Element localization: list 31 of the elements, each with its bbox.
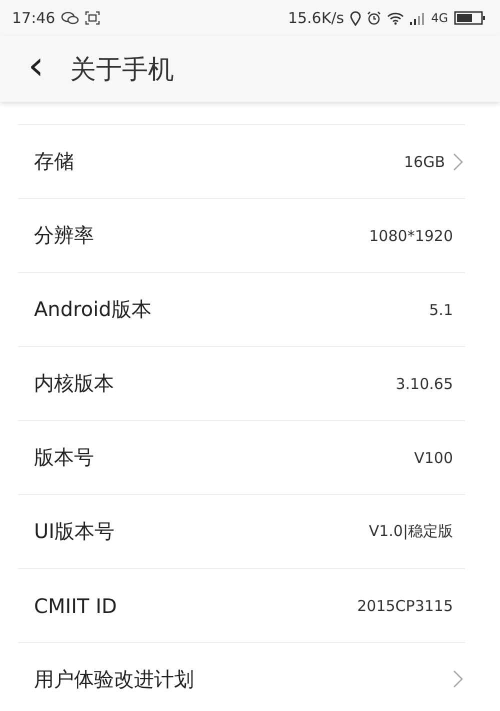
location-icon bbox=[350, 10, 362, 26]
row-label: 内核版本 bbox=[34, 370, 114, 397]
row-label: 用户体验改进计划 bbox=[34, 666, 194, 692]
row-label: 存储 bbox=[34, 148, 74, 175]
row-value: 1080*1920 bbox=[369, 226, 453, 244]
row-value: 5.1 bbox=[429, 300, 453, 318]
settings-row[interactable]: 用户体验改进计划 bbox=[18, 643, 465, 711]
chat-bubbles-icon bbox=[61, 11, 80, 25]
battery-icon bbox=[454, 11, 486, 25]
signal-icon bbox=[410, 12, 426, 24]
network-type: 4G bbox=[431, 11, 448, 25]
row-value: 2015CP3115 bbox=[357, 596, 453, 614]
network-speed: 15.6K/s bbox=[288, 9, 344, 27]
settings-row[interactable]: 存储 16GB bbox=[18, 125, 465, 199]
row-label: 分辨率 bbox=[34, 222, 94, 249]
row-label: UI版本号 bbox=[34, 518, 115, 545]
page-title: 关于手机 bbox=[70, 54, 174, 86]
alarm-icon bbox=[367, 11, 382, 25]
chevron-icon bbox=[453, 670, 463, 688]
row-label: Android版本 bbox=[34, 296, 152, 323]
screenshot-icon bbox=[85, 11, 100, 25]
chevron-icon bbox=[453, 152, 463, 170]
back-button[interactable]: ‹ bbox=[24, 46, 48, 86]
row-label: CMIIT ID bbox=[34, 594, 117, 618]
row-value: V1.0|稳定版 bbox=[368, 522, 453, 541]
row-label: 版本号 bbox=[34, 444, 94, 471]
row-value: 3.10.65 bbox=[396, 374, 453, 392]
clock-time: 17:46 bbox=[12, 9, 56, 27]
wifi-icon bbox=[387, 12, 404, 24]
row-value: V100 bbox=[414, 448, 453, 466]
row-value: 16GB bbox=[404, 152, 445, 170]
